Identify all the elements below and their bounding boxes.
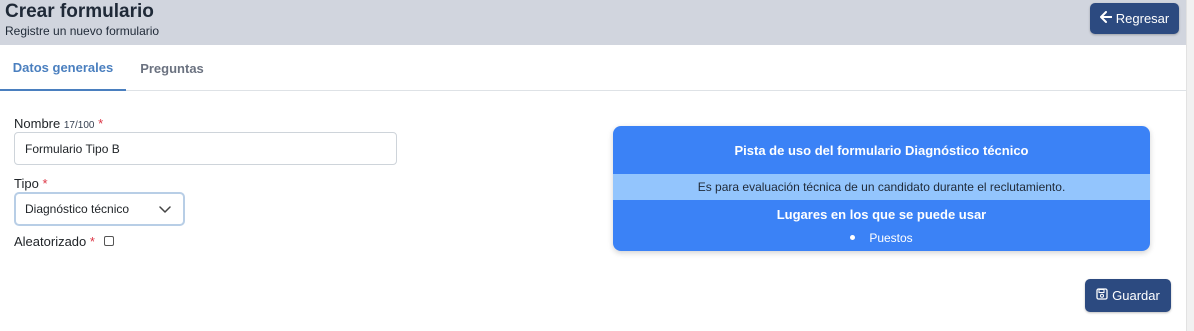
tab-datos-generales[interactable]: Datos generales [0, 45, 126, 91]
page-title: Crear formulario [5, 1, 154, 22]
tipo-select[interactable]: Diagnóstico técnico [14, 192, 185, 226]
tipo-select-value: Diagnóstico técnico [25, 202, 130, 216]
arrow-left-icon [1099, 11, 1113, 26]
hint-description: Es para evaluación técnica de un candida… [613, 174, 1150, 200]
aleatorizado-label-text: Aleatorizado [14, 234, 87, 249]
required-mark: * [89, 234, 95, 249]
tab-bar: Datos generales Preguntas [0, 45, 1186, 91]
save-button[interactable]: Guardar [1085, 279, 1171, 312]
page-header: Crear formulario Registre un nuevo formu… [0, 0, 1186, 45]
nombre-label: Nombre 17/100 * [14, 116, 103, 131]
chevron-down-icon [159, 203, 171, 217]
page-subtitle: Registre un nuevo formulario [5, 24, 160, 38]
save-button-label: Guardar [1112, 288, 1160, 303]
usage-hint-card: Pista de uso del formulario Diagnóstico … [613, 126, 1150, 251]
list-item: Puestos [613, 231, 1150, 245]
nombre-input[interactable] [14, 132, 397, 165]
required-mark: * [98, 116, 104, 131]
nombre-char-counter: 17/100 [63, 120, 95, 131]
scrollbar[interactable] [1186, 0, 1194, 331]
required-mark: * [42, 176, 48, 191]
tipo-label-text: Tipo [14, 176, 39, 191]
bullet-icon [850, 235, 856, 241]
nombre-label-text: Nombre [14, 116, 61, 131]
back-button-label: Regresar [1115, 11, 1170, 26]
hint-title: Pista de uso del formulario Diagnóstico … [734, 143, 1029, 158]
floppy-disk-icon [1096, 288, 1108, 303]
aleatorizado-checkbox[interactable] [104, 236, 114, 246]
place-label: Puestos [869, 231, 913, 245]
tab-preguntas[interactable]: Preguntas [128, 45, 216, 91]
hint-places-title: Lugares en los que se puede usar [776, 207, 987, 222]
back-button[interactable]: Regresar [1090, 3, 1179, 34]
tipo-label: Tipo * [14, 176, 48, 191]
aleatorizado-label: Aleatorizado * [14, 234, 95, 249]
